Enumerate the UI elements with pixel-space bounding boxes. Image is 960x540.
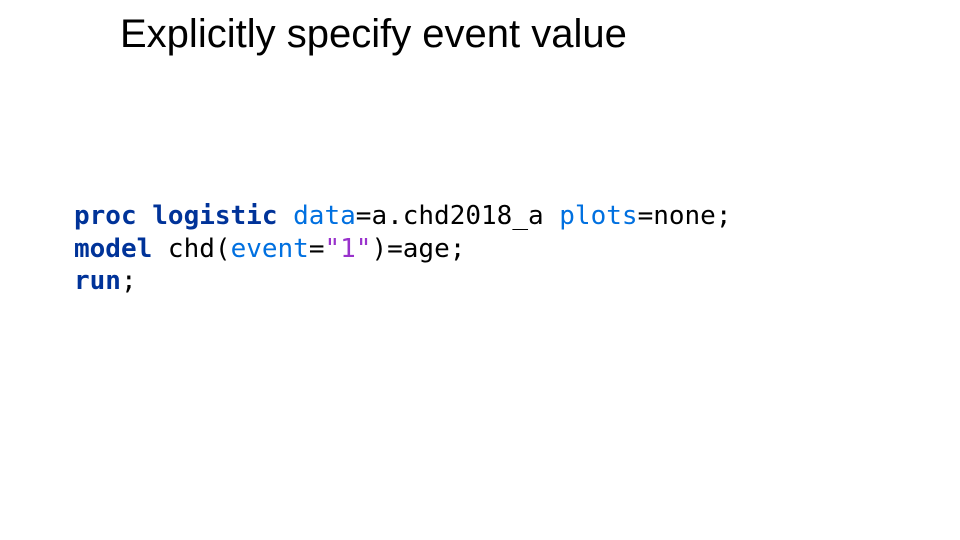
code-plots-value: none [653, 201, 716, 231]
code-text: chd( [152, 234, 230, 264]
slide: Explicitly specify event value proc logi… [0, 0, 960, 540]
code-option-event: event [231, 234, 309, 264]
code-space [278, 201, 294, 231]
code-keyword-proc-logistic: proc logistic [74, 201, 278, 231]
code-keyword-run: run [74, 266, 121, 296]
code-keyword-model: model [74, 234, 152, 264]
code-eq: = [638, 201, 654, 231]
code-text: )=age; [371, 234, 465, 264]
code-semicolon: ; [121, 266, 137, 296]
code-option-plots: plots [559, 201, 637, 231]
slide-title: Explicitly specify event value [120, 12, 627, 57]
code-option-data: data [293, 201, 356, 231]
code-block: proc logistic data=a.chd2018_a plots=non… [74, 200, 732, 298]
code-eq: = [309, 234, 325, 264]
code-eq: = [356, 201, 372, 231]
code-dataset-name: a.chd2018_a [371, 201, 559, 231]
code-string-literal: "1" [325, 234, 372, 264]
code-semicolon: ; [716, 201, 732, 231]
